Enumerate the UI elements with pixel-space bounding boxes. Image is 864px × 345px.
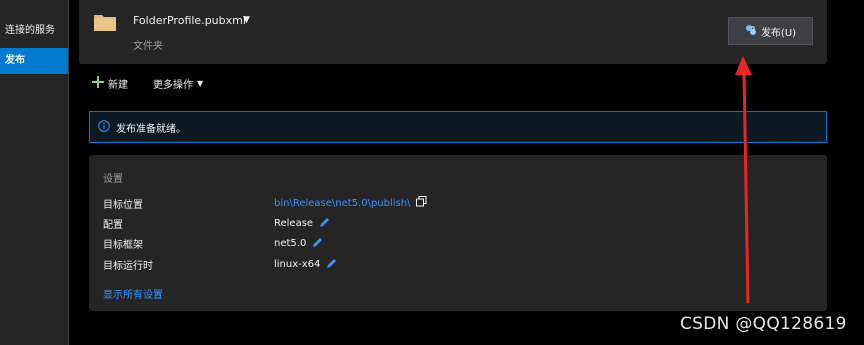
- target-runtime-label: 目标运行时: [103, 261, 153, 272]
- info-bar: 发布准备就绪。: [89, 111, 827, 143]
- edit-pencil-icon[interactable]: [319, 216, 331, 231]
- profile-name[interactable]: FolderProfile.pubxml: [133, 14, 246, 27]
- target-runtime-text: linux-x64: [274, 259, 321, 270]
- publish-button-label: 发布(U): [760, 27, 797, 39]
- configuration-value: Release: [274, 216, 331, 231]
- more-actions-button[interactable]: 更多操作 ▼: [153, 75, 203, 91]
- plus-icon: [92, 75, 104, 91]
- new-profile-button[interactable]: 新建: [92, 75, 128, 91]
- target-location-link[interactable]: bin\Release\net5.0\publish\: [274, 198, 410, 209]
- target-runtime-value: linux-x64: [274, 257, 338, 272]
- new-label: 新建: [108, 79, 128, 91]
- settings-title: 设置: [103, 174, 123, 185]
- publish-icon: [745, 24, 757, 39]
- chevron-down-icon: ▼: [197, 78, 204, 88]
- more-actions-label: 更多操作: [153, 79, 193, 91]
- edit-pencil-icon[interactable]: [326, 257, 338, 272]
- publish-button[interactable]: 发布(U): [728, 17, 813, 45]
- target-framework-label: 目标框架: [103, 240, 143, 251]
- profile-type: 文件夹: [133, 41, 163, 52]
- target-framework-text: net5.0: [274, 238, 307, 249]
- edit-pencil-icon[interactable]: [312, 236, 324, 251]
- profile-dropdown-caret-icon[interactable]: ▼: [243, 15, 250, 25]
- target-location-value: bin\Release\net5.0\publish\: [274, 196, 427, 210]
- settings-panel: 设置 目标位置 bin\Release\net5.0\publish\ 配置 R…: [89, 155, 827, 311]
- target-framework-value: net5.0: [274, 236, 324, 251]
- configuration-text: Release: [274, 218, 314, 229]
- sidebar: 连接的服务 发布: [0, 0, 69, 345]
- sidebar-item-connected-services[interactable]: 连接的服务: [0, 18, 68, 44]
- watermark: CSDN @QQ128619: [680, 314, 847, 334]
- copy-icon[interactable]: [416, 196, 427, 210]
- show-all-settings-link[interactable]: 显示所有设置: [103, 286, 163, 301]
- sidebar-item-label: 发布: [5, 55, 25, 66]
- sidebar-item-publish[interactable]: 发布: [0, 48, 68, 74]
- configuration-label: 配置: [103, 220, 123, 231]
- profile-header: FolderProfile.pubxml ▼ 文件夹 发布(U): [79, 0, 827, 64]
- target-location-label: 目标位置: [103, 200, 143, 211]
- sidebar-item-label: 连接的服务: [5, 25, 55, 36]
- info-message: 发布准备就绪。: [116, 123, 186, 135]
- info-icon: [98, 119, 110, 135]
- folder-icon: [93, 12, 117, 35]
